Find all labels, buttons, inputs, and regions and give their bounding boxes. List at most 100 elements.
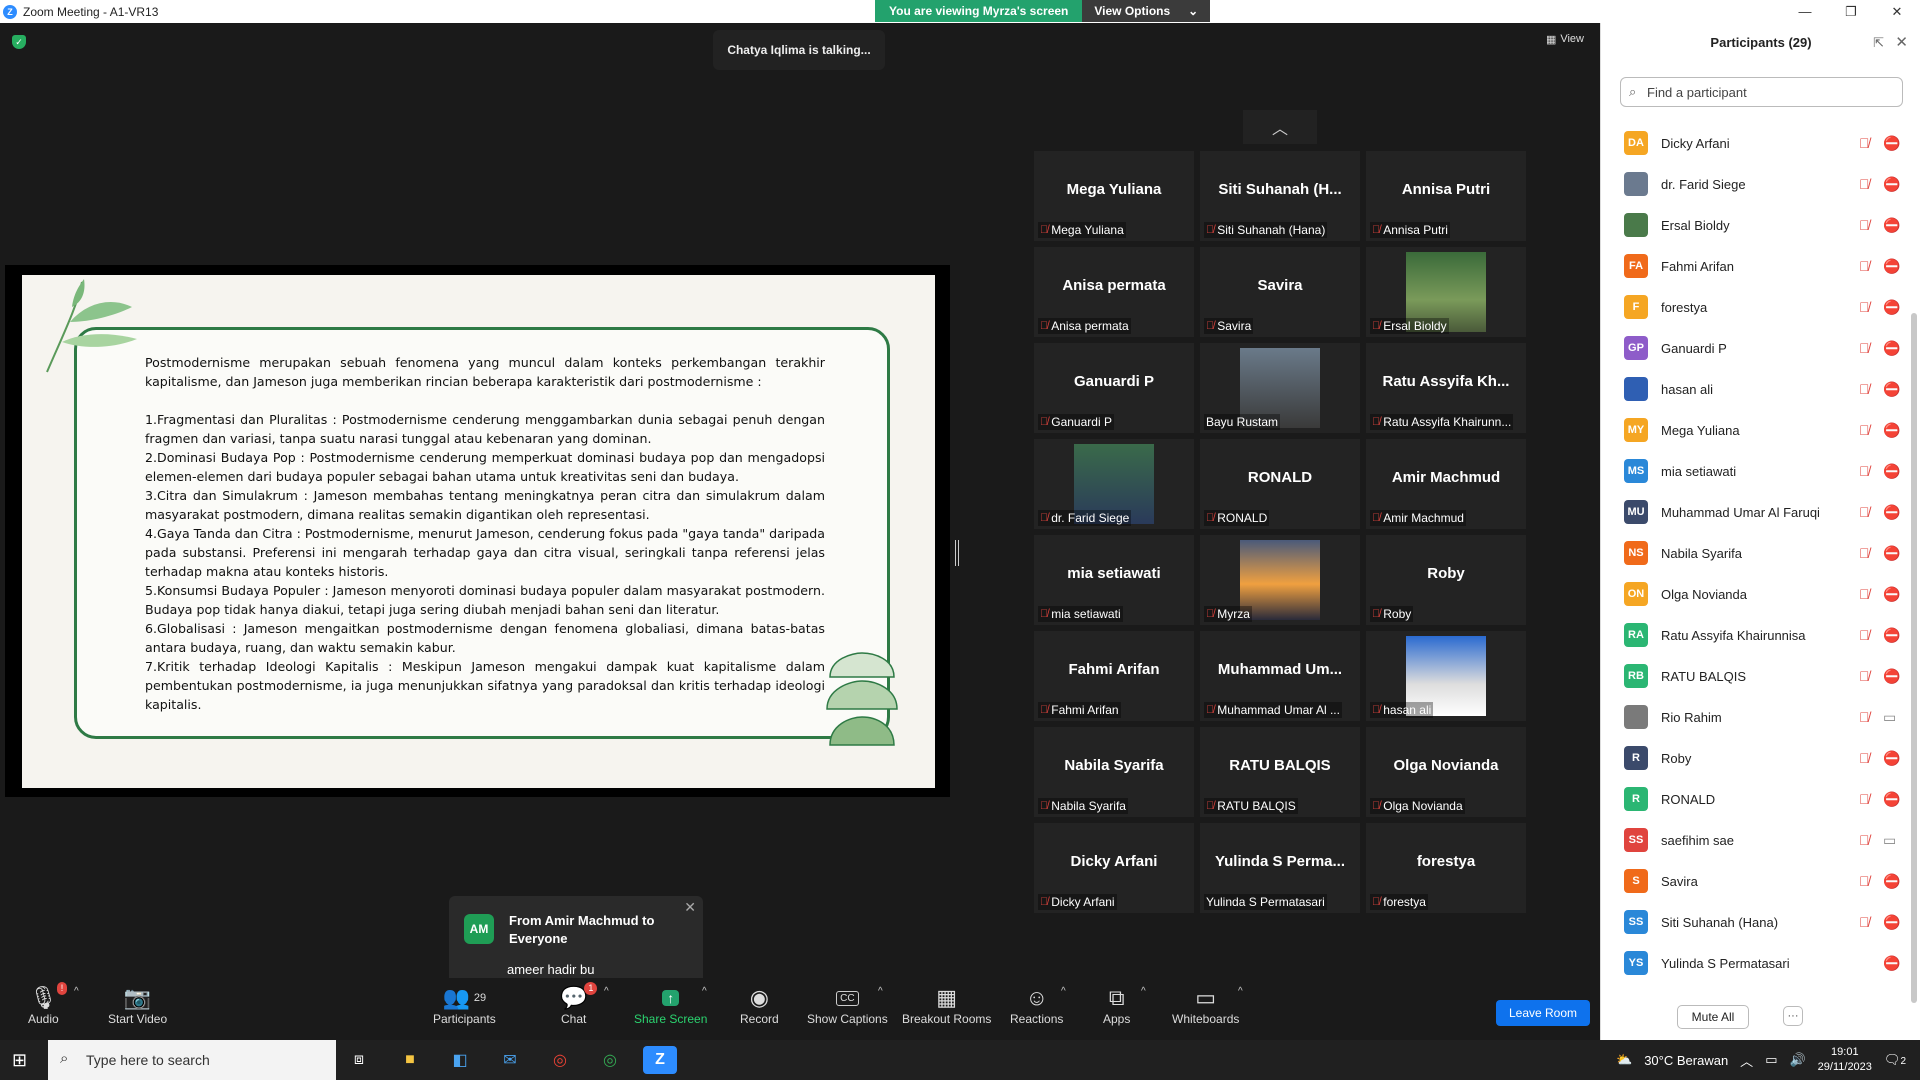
view-button[interactable]: ▦ View <box>1546 33 1584 46</box>
start-video-button[interactable]: 📷 Start Video <box>108 984 167 1026</box>
taskbar-search-input[interactable]: ⌕ Type here to search <box>48 1040 336 1080</box>
apps-button[interactable]: ⧉ Apps <box>1103 984 1130 1026</box>
close-icon[interactable]: ✕ <box>1895 33 1908 51</box>
participant-row[interactable]: MS mia setiawati 🎙̸ ⛔ <box>1601 451 1911 491</box>
network-icon[interactable]: ▭ <box>1765 1052 1777 1068</box>
participant-row[interactable]: SS Siti Suhanah (Hana) 🎙̸ ⛔ <box>1601 902 1911 942</box>
mic-muted-icon[interactable]: 🎙̸ <box>1859 463 1870 479</box>
clock[interactable]: 19:01 29/11/2023 <box>1818 1045 1872 1075</box>
participant-row[interactable]: RB RATU BALQIS 🎙̸ ⛔ <box>1601 656 1911 696</box>
video-off-icon[interactable]: ⛔ <box>1883 217 1900 234</box>
mic-muted-icon[interactable]: 🎙̸ <box>1859 668 1870 684</box>
video-off-icon[interactable]: ⛔ <box>1883 955 1900 972</box>
video-off-icon[interactable]: ⛔ <box>1883 176 1900 193</box>
video-off-icon[interactable]: ⛔ <box>1883 258 1900 275</box>
participant-row[interactable]: S Savira 🎙̸ ⛔ <box>1601 861 1911 901</box>
video-tile[interactable]: 🎙̸ Ersal Bioldy <box>1366 247 1526 337</box>
mute-all-button[interactable]: Mute All <box>1677 1005 1749 1029</box>
video-tile[interactable]: Annisa Putri 🎙̸ Annisa Putri <box>1366 151 1526 241</box>
participant-row[interactable]: FA Fahmi Arifan 🎙̸ ⛔ <box>1601 246 1911 286</box>
video-tile[interactable]: mia setiawati 🎙̸ mia setiawati <box>1034 535 1194 625</box>
video-off-icon[interactable]: ⛔ <box>1883 791 1900 808</box>
video-tile[interactable]: Dicky Arfani 🎙̸ Dicky Arfani <box>1034 823 1194 913</box>
participant-row[interactable]: dr. Farid Siege 🎙̸ ⛔ <box>1601 164 1911 204</box>
participant-row[interactable]: Ersal Bioldy 🎙̸ ⛔ <box>1601 205 1911 245</box>
video-off-icon[interactable]: ⛔ <box>1883 422 1900 439</box>
participant-row[interactable]: R Roby 🎙̸ ⛔ <box>1601 738 1911 778</box>
zoom-taskbar-icon[interactable]: Z <box>643 1046 677 1074</box>
mic-muted-icon[interactable]: 🎙̸ <box>1859 135 1870 151</box>
leave-room-button[interactable]: Leave Room <box>1496 1000 1590 1026</box>
mic-muted-icon[interactable]: 🎙̸ <box>1859 299 1870 315</box>
participant-row[interactable]: MY Mega Yuliana 🎙̸ ⛔ <box>1601 410 1911 450</box>
minimize-button[interactable]: — <box>1782 0 1828 23</box>
video-tile[interactable]: 🎙̸ Myrza <box>1200 535 1360 625</box>
video-tile[interactable]: Roby 🎙̸ Roby <box>1366 535 1526 625</box>
video-tile[interactable]: Ganuardi P 🎙̸ Ganuardi P <box>1034 343 1194 433</box>
view-options-button[interactable]: View Options ⌄ <box>1082 0 1211 22</box>
mic-muted-icon[interactable]: 🎙̸ <box>1859 422 1870 438</box>
mic-muted-icon[interactable]: 🎙̸ <box>1859 873 1870 889</box>
video-tile[interactable]: Savira 🎙̸ Savira <box>1200 247 1360 337</box>
participants-button[interactable]: 👥 29 Participants <box>433 984 496 1026</box>
video-tile[interactable]: RATU BALQIS 🎙̸ RATU BALQIS <box>1200 727 1360 817</box>
file-explorer-icon[interactable]: ■ <box>393 1046 427 1074</box>
weather-text[interactable]: 30°C Berawan <box>1644 1053 1728 1068</box>
chat-button[interactable]: 💬 1 Chat <box>560 982 598 1026</box>
participant-row[interactable]: R RONALD 🎙̸ ⛔ <box>1601 779 1911 819</box>
mic-muted-icon[interactable]: 🎙̸ <box>1859 176 1870 192</box>
video-tile[interactable]: Siti Suhanah (H... 🎙̸ Siti Suhanah (Hana) <box>1200 151 1360 241</box>
volume-icon[interactable]: 🔊 <box>1789 1052 1805 1068</box>
mic-muted-icon[interactable]: 🎙̸ <box>1859 791 1870 807</box>
mic-muted-icon[interactable]: 🎙̸ <box>1859 914 1870 930</box>
tray-chevron-icon[interactable]: ︿ <box>1740 1051 1753 1070</box>
video-tile[interactable]: Ratu Assyifa Kh... 🎙̸ Ratu Assyifa Khairun… <box>1366 343 1526 433</box>
video-tile[interactable]: Bayu Rustam <box>1200 343 1360 433</box>
video-tile[interactable]: Olga Novianda 🎙̸ Olga Novianda <box>1366 727 1526 817</box>
whiteboards-caret-icon[interactable]: ^ <box>1238 986 1243 997</box>
video-tile[interactable]: Nabila Syarifa 🎙̸ Nabila Syarifa <box>1034 727 1194 817</box>
participant-row[interactable]: SS saefihim sae 🎙̸ ▭ <box>1601 820 1911 860</box>
audio-caret-icon[interactable]: ^ <box>74 986 79 997</box>
video-tile[interactable]: 🎙̸ hasan ali <box>1366 631 1526 721</box>
video-off-icon[interactable]: ⛔ <box>1883 750 1900 767</box>
video-tile[interactable]: Mega Yuliana 🎙̸ Mega Yuliana <box>1034 151 1194 241</box>
video-tile[interactable]: Yulinda S Perma... Yulinda S Permatasari <box>1200 823 1360 913</box>
mic-muted-icon[interactable]: 🎙̸ <box>1859 709 1870 725</box>
participant-row[interactable]: YS Yulinda S Permatasari ⛔ <box>1601 943 1911 983</box>
video-off-icon[interactable]: ⛔ <box>1883 381 1900 398</box>
participant-list-scrollbar[interactable] <box>1911 313 1917 1003</box>
video-off-icon[interactable]: ⛔ <box>1883 914 1900 931</box>
chrome-icon[interactable]: ◎ <box>543 1046 577 1074</box>
apps-caret-icon[interactable]: ^ <box>1141 986 1146 997</box>
participant-row[interactable]: GP Ganuardi P 🎙̸ ⛔ <box>1601 328 1911 368</box>
video-on-icon[interactable]: ▭ <box>1883 832 1896 849</box>
record-button[interactable]: ◉ Record <box>740 984 779 1026</box>
video-tile[interactable]: Fahmi Arifan 🎙̸ Fahmi Arifan <box>1034 631 1194 721</box>
notification-icon[interactable]: 🗨2 <box>1884 1052 1906 1068</box>
gallery-scroll-up-button[interactable]: ︿ <box>1243 110 1317 144</box>
reactions-caret-icon[interactable]: ^ <box>1061 986 1066 997</box>
mic-muted-icon[interactable]: 🎙̸ <box>1859 340 1870 356</box>
participant-row[interactable]: Rio Rahim 🎙̸ ▭ <box>1601 697 1911 737</box>
mic-muted-icon[interactable]: 🎙̸ <box>1859 586 1870 602</box>
mic-muted-icon[interactable]: 🎙̸ <box>1859 258 1870 274</box>
video-off-icon[interactable]: ⛔ <box>1883 463 1900 480</box>
more-options-button[interactable]: ··· <box>1783 1006 1803 1026</box>
maximize-button[interactable]: ❐ <box>1828 0 1874 23</box>
mic-muted-icon[interactable]: 🎙̸ <box>1859 750 1870 766</box>
mic-muted-icon[interactable]: 🎙̸ <box>1859 627 1870 643</box>
participant-row[interactable]: Fforestya 🎙̸ ⛔ <box>1601 287 1911 327</box>
video-tile[interactable]: forestya 🎙̸ forestya <box>1366 823 1526 913</box>
captions-caret-icon[interactable]: ^ <box>878 986 883 997</box>
video-tile[interactable]: 🎙̸ dr. Farid Siege <box>1034 439 1194 529</box>
show-captions-button[interactable]: CC Show Captions <box>807 984 888 1026</box>
mail-icon[interactable]: ✉ <box>493 1046 527 1074</box>
participant-row[interactable]: MU Muhammad Umar Al Faruqi 🎙̸ ⛔ <box>1601 492 1911 532</box>
video-tile[interactable]: Anisa permata 🎙̸ Anisa permata <box>1034 247 1194 337</box>
video-on-icon[interactable]: ▭ <box>1883 709 1896 726</box>
mic-muted-icon[interactable]: 🎙̸ <box>1859 217 1870 233</box>
mic-muted-icon[interactable]: 🎙̸ <box>1859 504 1870 520</box>
video-tile[interactable]: Amir Machmud 🎙̸ Amir Machmud <box>1366 439 1526 529</box>
share-caret-icon[interactable]: ^ <box>702 986 707 997</box>
